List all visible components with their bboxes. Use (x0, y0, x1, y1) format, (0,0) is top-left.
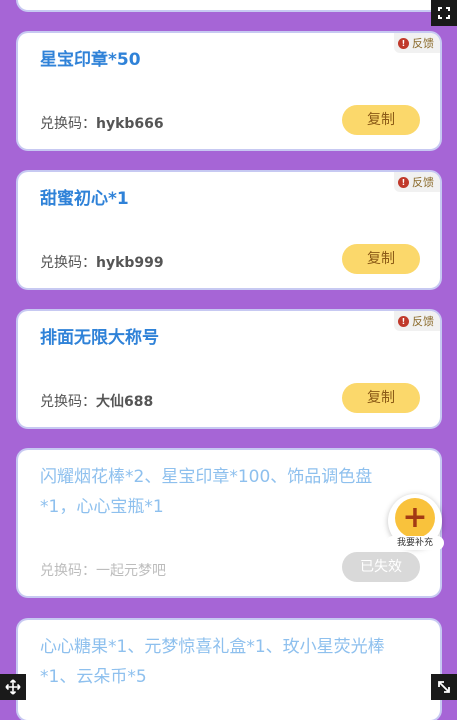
redeem-card-expired: 闪耀烟花棒*2、星宝印章*100、饰品调色盘*1，心心宝瓶*1 兑换码：一起元梦… (18, 450, 440, 596)
feedback-label: 反馈 (412, 176, 434, 189)
code-label: 兑换码： (40, 255, 96, 271)
feedback-label: 反馈 (412, 37, 434, 50)
code-label: 兑换码： (40, 116, 96, 132)
copy-button[interactable]: 复制 (342, 105, 420, 135)
reward-title: 排面无限大称号 (40, 328, 159, 348)
code-label: 兑换码： (40, 563, 96, 579)
redeem-card: ! 反馈 甜蜜初心*1 兑换码：hykb999 复制 (18, 172, 440, 288)
reward-title: 心心糖果*1、元梦惊喜礼盒*1、玫小星荧光棒*1、云朵币*5 (40, 637, 385, 687)
redeem-code-row: 兑换码：大仙688 (40, 391, 153, 411)
resize-icon[interactable] (431, 674, 457, 700)
code-value: hykb666 (96, 116, 164, 132)
redeem-code-row: 兑换码：hykb999 (40, 252, 164, 272)
copy-button[interactable]: 复制 (342, 244, 420, 274)
code-value: 一起元梦吧 (96, 563, 166, 579)
previous-card-partial (18, 0, 440, 10)
reward-title: 星宝印章*50 (40, 50, 141, 70)
feedback-label: 反馈 (412, 315, 434, 328)
reward-title: 闪耀烟花棒*2、星宝印章*100、饰品调色盘*1，心心宝瓶*1 (40, 467, 373, 517)
code-value: hykb999 (96, 255, 164, 271)
expired-button: 已失效 (342, 552, 420, 582)
redeem-card-expired: 心心糖果*1、元梦惊喜礼盒*1、玫小星荧光棒*1、云朵币*5 (18, 620, 440, 720)
reward-title: 甜蜜初心*1 (40, 189, 129, 209)
redeem-card: ! 反馈 排面无限大称号 兑换码：大仙688 复制 (18, 311, 440, 427)
code-label: 兑换码： (40, 394, 96, 410)
redeem-code-row: 兑换码：hykb666 (40, 113, 164, 133)
add-suggestion-label: 我要补充 (386, 536, 444, 550)
add-suggestion-button[interactable]: + 我要补充 (386, 494, 444, 550)
code-value: 大仙688 (96, 394, 154, 410)
plus-icon: + (395, 498, 435, 538)
copy-button[interactable]: 复制 (342, 383, 420, 413)
redeem-code-row: 兑换码：一起元梦吧 (40, 560, 166, 580)
corner-expand-icon[interactable] (431, 0, 457, 26)
move-icon[interactable] (0, 674, 26, 700)
redeem-card: ! 反馈 星宝印章*50 兑换码：hykb666 复制 (18, 33, 440, 149)
